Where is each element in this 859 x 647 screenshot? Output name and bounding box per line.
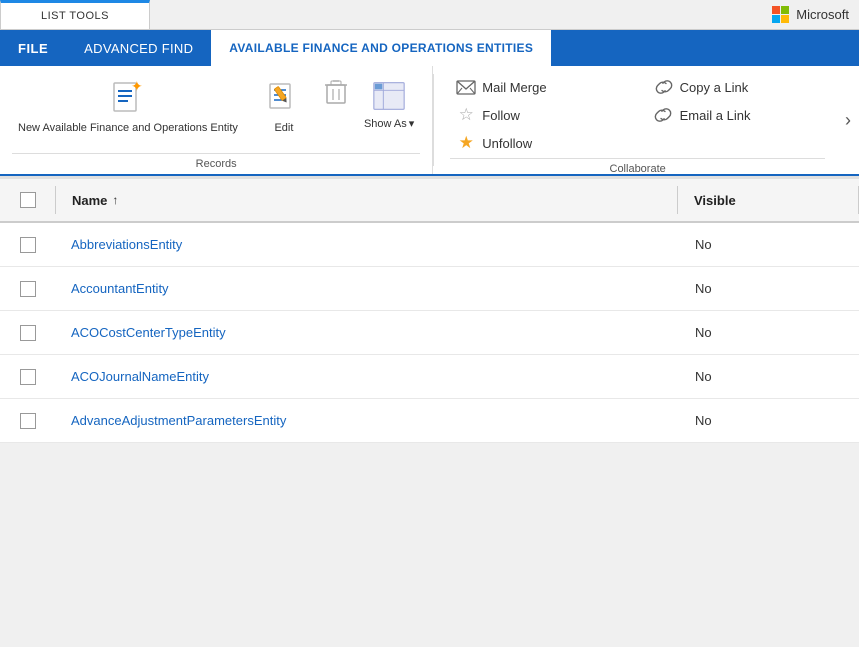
table-row: ACOCostCenterTypeEntity No: [0, 311, 859, 355]
email-link-icon: [654, 105, 674, 125]
row-visible-value: No: [679, 369, 859, 384]
delete-button[interactable]: [324, 74, 348, 109]
row-checkbox-cell: [0, 369, 55, 385]
row-entity-name[interactable]: ACOCostCenterTypeEntity: [55, 325, 679, 340]
records-buttons: ✦ New Available Finance and Operations E…: [12, 74, 420, 151]
row-checkbox[interactable]: [20, 325, 36, 341]
table-row: AccountantEntity No: [0, 267, 859, 311]
select-all-checkbox[interactable]: [20, 192, 36, 208]
edit-icon: [264, 78, 304, 118]
new-entity-label: New Available Finance and Operations Ent…: [18, 122, 238, 135]
row-checkbox[interactable]: [20, 369, 36, 385]
follow-label: Follow: [482, 108, 520, 123]
follow-star-icon: ☆: [456, 105, 476, 125]
row-checkbox[interactable]: [20, 413, 36, 429]
nav-available-entities-tab[interactable]: AVAILABLE FINANCE AND OPERATIONS ENTITIE…: [211, 30, 551, 66]
collaborate-section: Mail Merge Copy a Link ☆ Follow: [434, 66, 837, 174]
nav-advanced-find-button[interactable]: ADVANCED FIND: [66, 30, 211, 66]
show-as-button[interactable]: Show As ▾: [358, 74, 420, 134]
row-checkbox-cell: [0, 413, 55, 429]
column-header-name[interactable]: Name ↑: [56, 193, 677, 208]
show-as-dropdown-arrow: ▾: [409, 117, 415, 130]
row-entity-name[interactable]: AdvanceAdjustmentParametersEntity: [55, 413, 679, 428]
edit-button[interactable]: Edit: [254, 74, 314, 139]
row-visible-value: No: [679, 237, 859, 252]
list-tools-label: LIST TOOLS: [41, 10, 109, 22]
copy-link-icon: [654, 77, 674, 97]
records-section: ✦ New Available Finance and Operations E…: [0, 66, 433, 174]
collaborate-section-label: Collaborate: [450, 158, 825, 175]
nav-bar: FILE ADVANCED FIND AVAILABLE FINANCE AND…: [0, 30, 859, 66]
trash-icon: [324, 78, 348, 109]
row-checkbox-cell: [0, 325, 55, 341]
mail-merge-button[interactable]: Mail Merge: [450, 74, 627, 100]
records-section-label: Records: [12, 153, 420, 170]
row-checkbox-cell: [0, 281, 55, 297]
microsoft-brand-label: Microsoft: [796, 7, 849, 22]
ms-squares-icon: [772, 6, 789, 23]
mail-merge-icon: [456, 77, 476, 97]
row-visible-value: No: [679, 325, 859, 340]
new-entity-icon: ✦: [108, 78, 148, 118]
row-entity-name[interactable]: ACOJournalNameEntity: [55, 369, 679, 384]
microsoft-logo: Microsoft: [772, 0, 859, 29]
row-visible-value: No: [679, 281, 859, 296]
collaborate-buttons: Mail Merge Copy a Link ☆ Follow: [450, 74, 825, 156]
new-entity-button[interactable]: ✦ New Available Finance and Operations E…: [12, 74, 244, 139]
unfollow-label: Unfollow: [482, 136, 532, 151]
list-tools-tab: LIST TOOLS: [0, 0, 150, 29]
header-checkbox-cell: [0, 192, 55, 208]
copy-link-button[interactable]: Copy a Link: [648, 74, 825, 100]
nav-file-button[interactable]: FILE: [0, 30, 66, 66]
row-entity-name[interactable]: AccountantEntity: [55, 281, 679, 296]
email-link-label: Email a Link: [680, 108, 751, 123]
ribbon-more-button[interactable]: ›: [837, 66, 859, 174]
table-row: ACOJournalNameEntity No: [0, 355, 859, 399]
svg-text:✦: ✦: [131, 79, 143, 94]
show-as-label: Show As ▾: [364, 117, 414, 130]
table-row: AbbreviationsEntity No: [0, 223, 859, 267]
email-link-button[interactable]: Email a Link: [648, 102, 825, 128]
edit-label: Edit: [274, 122, 293, 135]
column-header-visible[interactable]: Visible: [678, 193, 858, 208]
table-header: Name ↑ Visible: [0, 179, 859, 223]
mail-merge-label: Mail Merge: [482, 80, 546, 95]
entities-table: Name ↑ Visible AbbreviationsEntity No Ac…: [0, 176, 859, 443]
row-entity-name[interactable]: AbbreviationsEntity: [55, 237, 679, 252]
row-checkbox[interactable]: [20, 281, 36, 297]
follow-button[interactable]: ☆ Follow: [450, 102, 627, 128]
table-row: AdvanceAdjustmentParametersEntity No: [0, 399, 859, 443]
sort-arrow-icon: ↑: [112, 193, 118, 207]
top-bar: LIST TOOLS Microsoft: [0, 0, 859, 30]
ribbon: ✦ New Available Finance and Operations E…: [0, 66, 859, 176]
show-as-icon: [371, 78, 407, 117]
row-visible-value: No: [679, 413, 859, 428]
row-checkbox[interactable]: [20, 237, 36, 253]
row-checkbox-cell: [0, 237, 55, 253]
copy-link-label: Copy a Link: [680, 80, 749, 95]
unfollow-button[interactable]: ★ Unfollow: [450, 130, 627, 156]
chevron-right-icon: ›: [845, 110, 851, 131]
unfollow-star-icon: ★: [456, 133, 476, 153]
